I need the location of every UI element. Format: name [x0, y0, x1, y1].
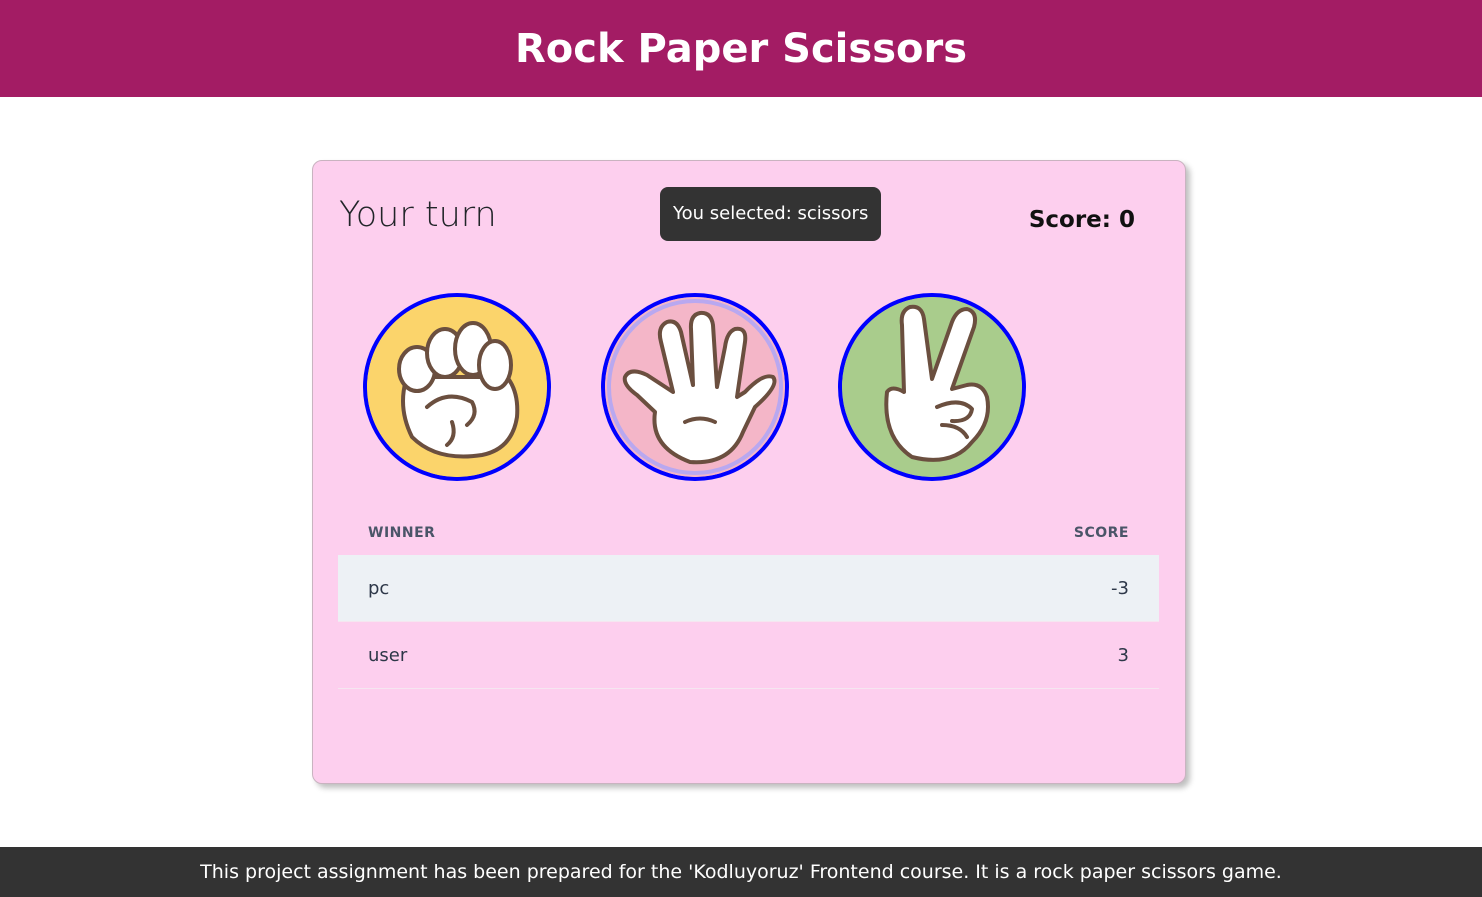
score-column-header: SCORE: [1073, 525, 1129, 541]
score-cell: 3: [1117, 644, 1129, 666]
turn-label: Your turn: [339, 195, 497, 235]
winner-cell: user: [368, 644, 408, 666]
peace-hand-icon: [842, 297, 1022, 477]
score-cell: -3: [1111, 577, 1129, 599]
fist-hand-icon: [367, 297, 547, 477]
footer-text: This project assignment has been prepare…: [200, 861, 1282, 883]
page-header: Rock Paper Scissors: [0, 0, 1482, 97]
table-header-row: WINNER SCORE: [338, 511, 1159, 555]
table-row: pc -3: [338, 555, 1159, 622]
paper-choice-button[interactable]: [601, 293, 789, 481]
selection-toast: You selected: scissors: [660, 187, 882, 241]
open-hand-icon: [605, 297, 785, 477]
scissors-choice-button[interactable]: [838, 293, 1026, 481]
page-title: Rock Paper Scissors: [514, 25, 968, 72]
winner-column-header: WINNER: [368, 525, 436, 541]
winner-cell: pc: [368, 577, 390, 599]
page-footer: This project assignment has been prepare…: [0, 847, 1482, 897]
score-display: Score: 0: [1028, 207, 1135, 233]
game-card: Your turn You selected: scissors Score: …: [312, 160, 1186, 784]
table-row: user 3: [338, 622, 1159, 689]
results-table: WINNER SCORE pc -3 user 3: [338, 511, 1159, 689]
rock-choice-button[interactable]: [363, 293, 551, 481]
